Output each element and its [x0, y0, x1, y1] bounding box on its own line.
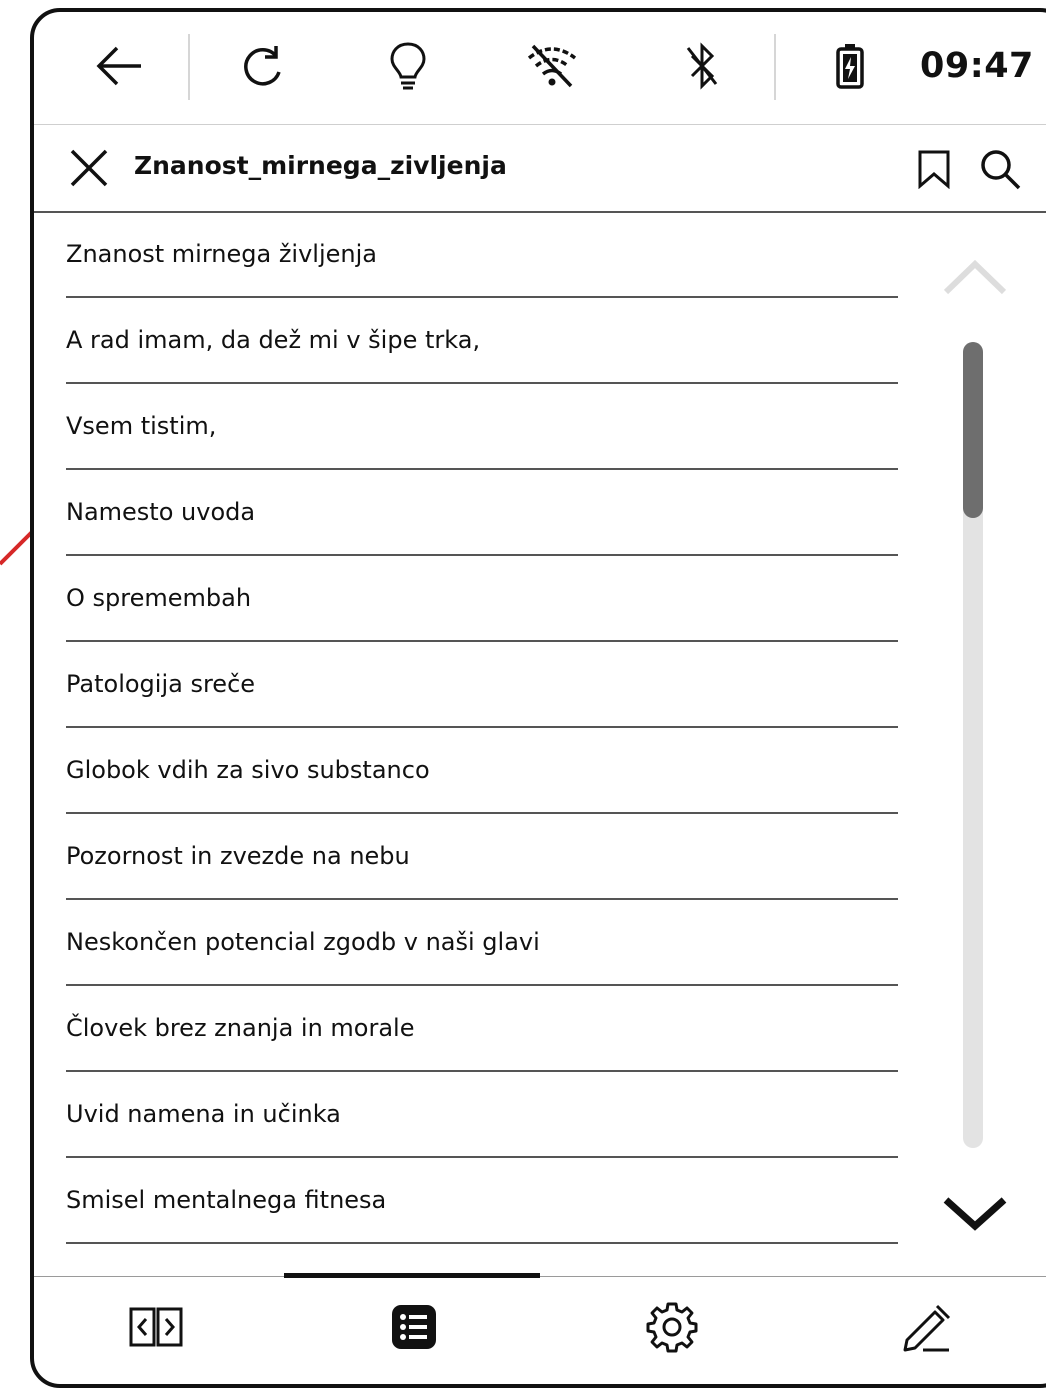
- toc-item[interactable]: O spremembah: [66, 558, 898, 642]
- toc-item[interactable]: Znanost mirnega življenja: [66, 214, 898, 298]
- divider: [188, 34, 190, 100]
- toc-item[interactable]: Človek brez znanja in morale: [66, 988, 898, 1072]
- toc-item-label: A rad imam, da dež mi v šipe trka,: [66, 326, 481, 354]
- status-bar: 09:47: [34, 12, 1046, 125]
- active-tab-indicator: [284, 1273, 540, 1278]
- scrollbar-track[interactable]: [963, 342, 983, 1148]
- settings-gear-icon[interactable]: [642, 1297, 702, 1357]
- close-icon[interactable]: [68, 147, 110, 189]
- toc-item[interactable]: A rad imam, da dež mi v šipe trka,: [66, 300, 898, 384]
- toc-item-label: Smisel mentalnega fitnesa: [66, 1186, 387, 1214]
- toc-item-label: Pozornost in zvezde na nebu: [66, 842, 410, 870]
- toc-item-label: Neskončen potencial zgodb v naši glavi: [66, 928, 540, 956]
- battery-charging-icon: [822, 38, 878, 94]
- bluetooth-off-icon[interactable]: [674, 38, 730, 94]
- toc-item[interactable]: Smisel mentalnega fitnesa: [66, 1160, 898, 1244]
- clock: 09:47: [920, 46, 1034, 86]
- toc-item-label: Znanost mirnega življenja: [66, 240, 377, 268]
- toc-item-label: Globok vdih za sivo substanco: [66, 756, 430, 784]
- annotate-pen-icon[interactable]: [896, 1297, 956, 1357]
- search-icon[interactable]: [978, 147, 1022, 191]
- toc-item[interactable]: Vsem tistim,: [66, 386, 898, 470]
- frontlight-bulb-icon[interactable]: [380, 38, 436, 94]
- wifi-off-icon[interactable]: [524, 38, 580, 94]
- bookmark-icon[interactable]: [916, 149, 952, 189]
- toc-item[interactable]: Uvid namena in učinka: [66, 1074, 898, 1158]
- toc-item[interactable]: Pozornost in zvezde na nebu: [66, 816, 898, 900]
- bottom-navigation-bar: [34, 1273, 1046, 1384]
- toc-item-label: Patologija sreče: [66, 670, 256, 698]
- toc-item[interactable]: Neskončen potencial zgodb v naši glavi: [66, 902, 898, 986]
- toc-item-label: Uvid namena in učinka: [66, 1100, 341, 1128]
- scroll-up-chevron-icon[interactable]: [940, 254, 1010, 300]
- refresh-icon[interactable]: [234, 38, 290, 94]
- toc-item-label: Človek brez znanja in morale: [66, 1014, 415, 1042]
- toc-item[interactable]: Patologija sreče: [66, 644, 898, 728]
- toc-item-label: O spremembah: [66, 584, 252, 612]
- table-of-contents-list: Znanost mirnega življenja A rad imam, da…: [66, 214, 898, 1246]
- toc-item[interactable]: Globok vdih za sivo substanco: [66, 730, 898, 814]
- scroll-down-chevron-icon[interactable]: [940, 1190, 1010, 1236]
- book-title-bar: Znanost_mirnega_zivljenja: [34, 125, 1046, 213]
- book-title: Znanost_mirnega_zivljenja: [134, 151, 507, 180]
- divider: [774, 34, 776, 100]
- back-arrow-icon[interactable]: [92, 38, 148, 94]
- reading-view-icon[interactable]: [126, 1297, 186, 1357]
- table-of-contents-icon[interactable]: [384, 1297, 444, 1357]
- ereader-screen: 09:47 Znanost_mirnega_zivljenja Znanost …: [30, 8, 1046, 1388]
- toc-item[interactable]: Namesto uvoda: [66, 472, 898, 556]
- toc-item-label: Namesto uvoda: [66, 498, 256, 526]
- scrollbar-thumb[interactable]: [963, 342, 983, 518]
- toc-item-label: Vsem tistim,: [66, 412, 217, 440]
